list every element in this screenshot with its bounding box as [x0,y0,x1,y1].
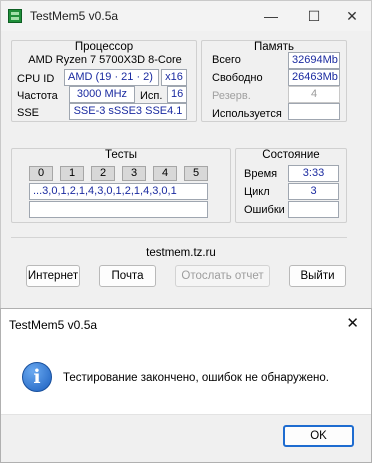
info-icon: i [22,362,52,392]
cycle-label: Цикл [244,186,270,198]
footer-divider [11,237,347,238]
sse-field: SSE-3 sSSE3 SSE4.1 [69,103,187,120]
reserve-field[interactable]: 4 [288,86,340,103]
time-label: Время [244,168,278,180]
test-extra-field [29,201,208,218]
used-memory-field [288,103,340,120]
cpu-group: Процессор AMD Ryzen 7 5700X3D 8-Core CPU… [11,40,197,122]
cpuid-mult-field: x16 [161,69,187,86]
tests-group: Тесты 0 1 2 3 4 5 ...3,0,1,2,1,4,3,0,1,2… [11,148,231,223]
cycle-field: 3 [288,183,339,200]
title-bar: TestMem5 v0.5a — ☐ ✕ [1,1,371,31]
test-cell: 3 [122,166,146,181]
maximize-button[interactable]: ☐ [300,5,328,27]
dialog-message: Тестирование закончено, ошибок не обнару… [63,372,329,384]
status-group: Состояние Время 3:33 Цикл 3 Ошибки [235,148,347,223]
test-cell: 0 [29,166,53,181]
site-link[interactable]: testmem.tz.ru [1,247,361,259]
cpuid-label: CPU ID [17,73,55,85]
close-button[interactable]: ✕ [338,5,366,27]
window-title: TestMem5 v0.5a [30,9,119,23]
total-field: 32694Mb [288,52,340,69]
ok-button[interactable]: OK [283,425,354,447]
mail-button[interactable]: Почта [99,265,156,287]
test-cell: 5 [184,166,208,181]
test-cell: 1 [60,166,84,181]
cpu-name: AMD Ryzen 7 5700X3D 8-Core [28,54,182,66]
cpu-group-title: Процессор [74,41,134,53]
tests-group-title: Тесты [104,149,138,161]
exit-button[interactable]: Выйти [289,265,346,287]
reserve-label: Резерв. [212,90,251,102]
test-cells: 0 1 2 3 4 5 [29,166,209,181]
used-cores-field: 16 [167,86,187,103]
total-label: Всего [212,54,241,66]
memory-group: Память Всего 32694Mb Свободно 26463Mb Ре… [201,40,347,122]
free-field: 26463Mb [288,69,340,86]
used-memory-label: Используется [212,108,282,120]
cpuid-field: AMD (19 · 21 · 2) [64,69,159,86]
message-dialog: TestMem5 v0.5a ✕ i Тестирование закончен… [0,308,372,463]
dialog-close-button[interactable]: ✕ [346,314,359,332]
status-group-title: Состояние [262,149,320,161]
errors-label: Ошибки [244,204,285,216]
used-cores-label: Исп. [140,90,163,102]
freq-field: 3000 MHz [69,86,135,103]
test-cell: 2 [91,166,115,181]
main-window: TestMem5 v0.5a — ☐ ✕ Процессор AMD Ryzen… [0,0,372,310]
dialog-title: TestMem5 v0.5a [9,318,98,332]
test-sequence-field: ...3,0,1,2,1,4,3,0,1,2,1,4,3,0,1 [29,183,208,200]
internet-button[interactable]: Интернет [26,265,80,287]
free-label: Свободно [212,72,263,84]
time-field: 3:33 [288,165,339,182]
send-report-button[interactable]: Отослать отчет [175,265,270,287]
minimize-button[interactable]: — [257,5,285,27]
errors-field [288,201,339,218]
test-cell: 4 [153,166,177,181]
freq-label: Частота [17,90,58,102]
app-icon [8,9,22,23]
sse-label: SSE [17,107,40,119]
